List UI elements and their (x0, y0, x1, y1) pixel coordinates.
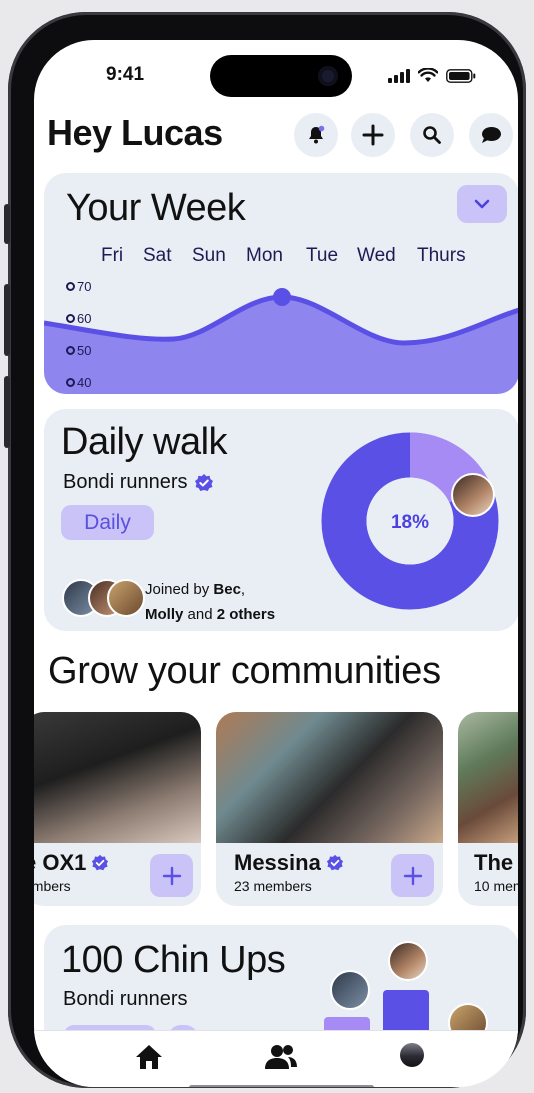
people-icon (265, 1045, 297, 1069)
community-photo (458, 712, 518, 843)
status-icons (388, 68, 476, 83)
tab-communities[interactable] (264, 1043, 298, 1071)
status-time: 9:41 (106, 64, 145, 85)
community-photo (34, 712, 201, 843)
group-name: Bondi runners (63, 471, 188, 493)
tab-home[interactable] (134, 1043, 164, 1071)
community-photo (216, 712, 443, 843)
daily-walk-title: Daily walk (61, 421, 228, 463)
community-members: 23 members (234, 878, 312, 894)
volume-down-button (4, 376, 10, 448)
plus-icon (162, 866, 181, 885)
silent-switch (4, 204, 10, 244)
plus-icon (403, 866, 422, 885)
join-community-button[interactable] (391, 854, 434, 897)
communities-section-title: Grow your communities (48, 650, 441, 692)
week-activity-chart (44, 288, 518, 394)
your-week-card[interactable]: Your Week Fri Sat Sun Mon Tue Wed Thurs (44, 173, 518, 394)
dynamic-island (210, 55, 352, 97)
daily-walk-card[interactable]: Daily walk Bondi runners Daily Joined by… (44, 409, 518, 631)
verified-badge-icon (92, 854, 109, 871)
profile-avatar (400, 1043, 424, 1067)
participant-avatar (330, 970, 370, 1010)
volume-up-button (4, 284, 10, 356)
search-icon (423, 126, 441, 144)
battery-icon (446, 68, 476, 83)
plus-icon (362, 124, 384, 146)
week-area-fill (44, 297, 518, 394)
verified-badge-icon (326, 854, 343, 871)
y-tick: 50 (66, 343, 91, 358)
community-name: The g (474, 850, 518, 875)
community-card[interactable]: Messina 23 members (216, 712, 443, 906)
app-screen: 9:41 Hey Lucas Your Week Fri Sat Sun Mon… (34, 40, 518, 1087)
frequency-chip[interactable]: Daily (61, 505, 154, 540)
home-indicator (189, 1085, 374, 1087)
notifications-button[interactable] (294, 113, 338, 157)
chin-ups-title: 100 Chin Ups (61, 939, 286, 981)
community-card[interactable]: The g 10 mem (458, 712, 518, 906)
phone-frame: 9:41 Hey Lucas Your Week Fri Sat Sun Mon… (4, 12, 526, 1088)
messages-button[interactable] (469, 113, 513, 157)
community-name: Messina (234, 850, 344, 876)
verified-badge-icon (194, 473, 213, 491)
bell-icon (309, 125, 325, 144)
join-community-button[interactable] (150, 854, 193, 897)
community-card[interactable]: e OX1 embers (34, 712, 201, 906)
chat-bubble-icon (482, 127, 501, 143)
wifi-icon (418, 68, 438, 82)
participant-avatar (388, 941, 428, 981)
member-avatar (107, 579, 145, 617)
progress-donut-chart: 18% (321, 432, 499, 610)
bottom-tab-bar (34, 1030, 518, 1087)
y-tick: 40 (66, 375, 91, 390)
greeting-title: Hey Lucas (47, 112, 223, 153)
week-highlight-point (273, 288, 291, 306)
signal-icon (388, 68, 410, 83)
y-tick: 60 (66, 311, 91, 326)
leader-avatar (451, 473, 495, 517)
tab-profile[interactable] (400, 1043, 424, 1067)
community-members: 10 mem (474, 878, 518, 894)
progress-percent-label: 18% (391, 512, 429, 533)
joined-by-text: Joined by Bec, Molly and 2 others (145, 581, 276, 623)
y-tick: 70 (66, 279, 91, 294)
community-members: embers (34, 878, 71, 894)
search-button[interactable] (410, 113, 454, 157)
community-name: e OX1 (34, 850, 109, 876)
home-icon (136, 1045, 162, 1069)
daily-walk-group: Bondi runners (63, 471, 214, 494)
add-button[interactable] (351, 113, 395, 157)
chin-ups-group: Bondi runners (63, 988, 188, 1010)
